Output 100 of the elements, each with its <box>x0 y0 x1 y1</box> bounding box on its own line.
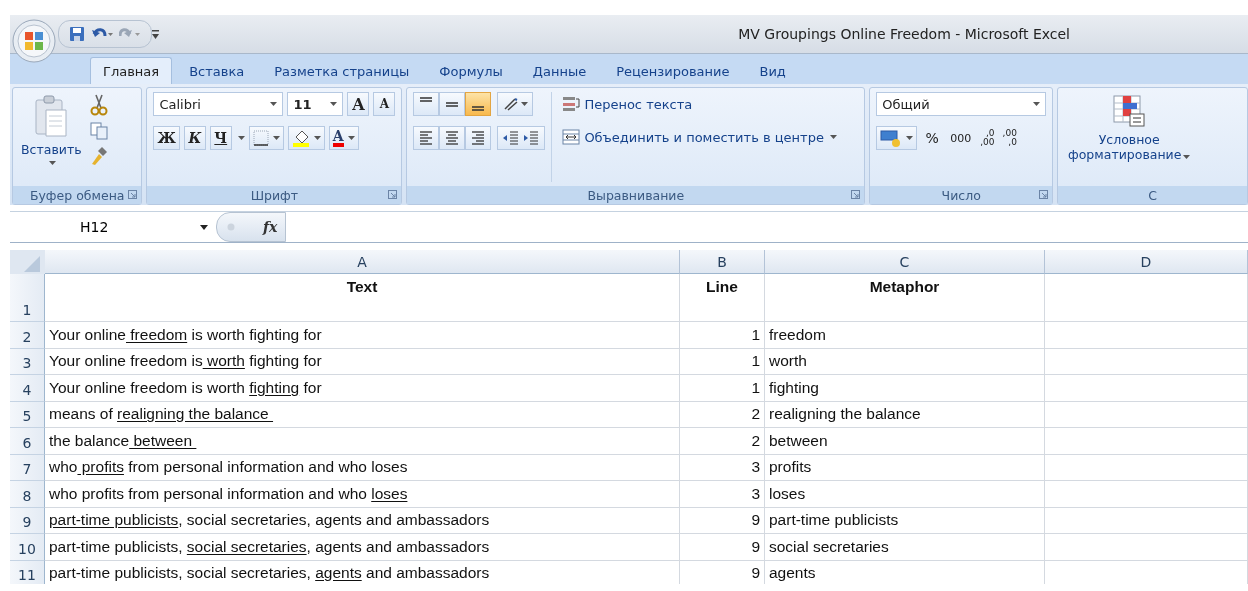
ribbon-tab[interactable]: Главная <box>90 57 173 84</box>
ribbon-tab[interactable]: Разметка страницы <box>261 57 423 84</box>
indent-icon <box>502 130 541 146</box>
dropdown-caret-icon[interactable] <box>237 136 245 140</box>
row-header[interactable]: 1 <box>10 274 45 322</box>
window-title: MV Groupings Online Freedom - Microsoft Excel <box>738 26 1070 42</box>
column-header[interactable]: D <box>1045 250 1248 274</box>
dialog-launcher-icon[interactable] <box>128 190 138 199</box>
insert-function-button[interactable]: fx <box>263 219 278 235</box>
column-header[interactable]: C <box>765 250 1045 274</box>
align-left-icon <box>419 130 434 146</box>
alignment-button[interactable] <box>439 126 466 150</box>
alignment-button[interactable] <box>413 126 440 150</box>
row-header[interactable]: 3 <box>10 348 45 375</box>
table-cell: 2 <box>680 401 765 428</box>
group-label: Выравнивание <box>587 187 685 203</box>
row-header[interactable]: 2 <box>10 322 45 349</box>
dropdown-caret-icon[interactable] <box>829 135 837 139</box>
table-cell: Metaphor <box>765 274 1045 322</box>
ribbon-tab[interactable]: Вставка <box>176 57 258 84</box>
table-cell: realigning the balance <box>765 401 1045 428</box>
italic-button[interactable]: К <box>183 126 206 150</box>
alignment-button[interactable] <box>465 92 492 116</box>
ribbon-tab[interactable]: Формулы <box>426 57 516 84</box>
dropdown-caret-icon[interactable] <box>1183 155 1191 159</box>
dropdown-caret-icon[interactable] <box>330 102 338 106</box>
table-cell: part-time publicists, social secretaries, agents and ambassadors <box>45 560 680 584</box>
table-cell: part-time publicists, social secretaries, agents and ambassadors <box>45 507 680 534</box>
ribbon-tab[interactable]: Данные <box>519 57 600 84</box>
font-size-field[interactable]: 11 <box>287 92 344 116</box>
table-cell: loses <box>765 481 1045 508</box>
table-cell: fighting <box>765 375 1045 402</box>
paste-button[interactable]: Вставить <box>19 92 84 182</box>
dropdown-caret-icon[interactable] <box>270 102 278 106</box>
shrink-font-button[interactable]: A <box>373 92 396 116</box>
wrap-text-button[interactable]: Перенос текста <box>562 95 837 113</box>
table-cell: freedom <box>765 322 1045 349</box>
bold-button[interactable]: Ж <box>153 126 180 150</box>
table-cell: who profits from personal information and who loses <box>45 481 680 508</box>
ribbon-tab[interactable]: Вид <box>746 57 799 84</box>
merge-center-button[interactable]: Объединить и поместить в центре <box>562 129 837 145</box>
table-cell: profits <box>765 454 1045 481</box>
customize-toolbar-icon[interactable] <box>152 29 160 39</box>
row-header[interactable]: 10 <box>10 534 45 561</box>
table-cell: 3 <box>680 481 765 508</box>
row-header[interactable]: 6 <box>10 428 45 455</box>
copy-icon[interactable] <box>89 122 108 140</box>
dialog-launcher-icon[interactable] <box>388 190 398 199</box>
font-name-field[interactable]: Calibri <box>153 92 284 116</box>
row-header[interactable]: 5 <box>10 401 45 428</box>
decrease-decimal-button[interactable]: ,00 ,0 <box>1000 127 1019 149</box>
row-header[interactable]: 8 <box>10 481 45 508</box>
fill-color-button[interactable] <box>287 126 325 150</box>
font-color-button[interactable]: A <box>328 126 359 150</box>
format-painter-icon[interactable] <box>89 146 108 166</box>
table-cell: 9 <box>680 534 765 561</box>
borders-button[interactable] <box>248 126 284 150</box>
ribbon-tab[interactable]: Рецензирование <box>603 57 743 84</box>
row-header[interactable]: 11 <box>10 560 45 584</box>
table-cell: 3 <box>680 454 765 481</box>
table-cell: between <box>765 428 1045 455</box>
percent-button[interactable]: % <box>921 126 944 150</box>
conditional-format-icon <box>1112 94 1147 128</box>
grow-font-button[interactable]: A <box>347 92 370 116</box>
column-header[interactable]: B <box>680 250 765 274</box>
table-cell: part-time publicists, social secretaries, agents and ambassadors <box>45 534 680 561</box>
alignment-button[interactable] <box>413 92 440 116</box>
borders-icon <box>252 130 269 146</box>
row-header[interactable]: 7 <box>10 454 45 481</box>
dropdown-caret-icon[interactable] <box>520 102 528 106</box>
thousands-separator-button[interactable]: 000 <box>947 126 975 150</box>
angled-text-icon <box>502 97 519 111</box>
row-header[interactable]: 4 <box>10 375 45 402</box>
alignment-button[interactable] <box>465 126 492 150</box>
orientation-button[interactable] <box>497 92 534 116</box>
save-icon[interactable] <box>69 26 85 42</box>
align-middle-icon <box>446 101 459 107</box>
conditional-formatting-button[interactable]: Условное форматирование <box>1064 92 1195 182</box>
number-format-field[interactable]: Общий <box>876 92 1047 116</box>
group-label: С <box>1148 187 1157 203</box>
clipboard-icon <box>34 94 69 138</box>
dropdown-caret-icon[interactable] <box>48 161 56 165</box>
indent-buttons[interactable] <box>497 126 546 150</box>
dropdown-caret-icon[interactable] <box>272 136 280 140</box>
column-header[interactable]: A <box>45 250 680 274</box>
alignment-button[interactable] <box>439 92 466 116</box>
dropdown-caret-icon[interactable] <box>1033 102 1041 106</box>
row-header[interactable]: 9 <box>10 507 45 534</box>
dropdown-caret-icon[interactable] <box>347 136 355 140</box>
name-box[interactable]: H12 <box>10 212 216 242</box>
dropdown-caret-icon[interactable] <box>906 136 914 140</box>
table-cell: social secretaries <box>765 534 1045 561</box>
dialog-launcher-icon[interactable] <box>851 190 861 199</box>
dropdown-caret-icon[interactable] <box>313 136 321 140</box>
currency-format-button[interactable] <box>876 126 918 150</box>
dialog-launcher-icon[interactable] <box>1039 190 1049 199</box>
underline-button[interactable]: Ч <box>209 126 232 150</box>
cancel-icon <box>227 223 235 231</box>
cut-icon[interactable] <box>89 94 108 116</box>
increase-decimal-button[interactable]: ,0 ,00 <box>978 127 997 149</box>
